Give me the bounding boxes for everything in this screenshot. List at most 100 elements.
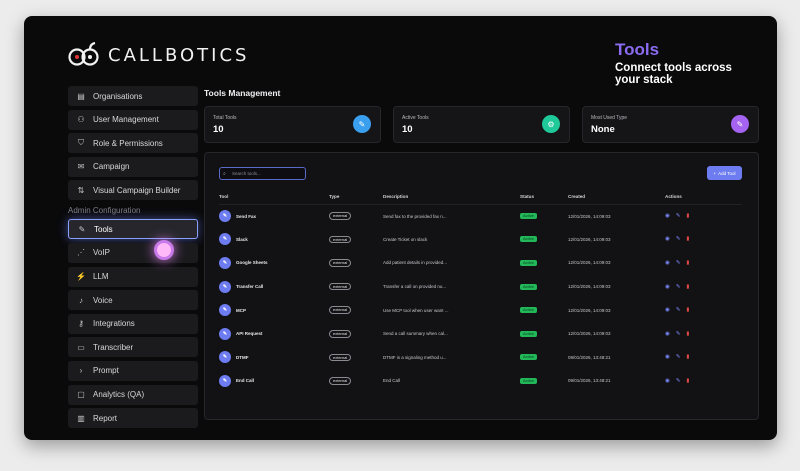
sidebar-item-report[interactable]: ▥ Report xyxy=(68,408,198,429)
status-badge: Active xyxy=(520,259,537,266)
plus-icon: + xyxy=(713,170,717,176)
type-badge: external xyxy=(329,306,352,314)
status-badge: Active xyxy=(520,330,537,337)
view-icon[interactable]: ◉ xyxy=(665,236,670,242)
gear-icon: ⚙ xyxy=(542,115,560,133)
sidebar-item-voip[interactable]: ⋰ VoIP xyxy=(68,242,198,263)
sidebar-item-label: Voice xyxy=(93,295,113,305)
table-row[interactable]: ✎ Send Fax external Send fax to the provi… xyxy=(219,204,742,228)
tool-cell: ✎ DTMF xyxy=(219,351,329,364)
table-row[interactable]: ✎ DTMF external DTMF is a signaling metho… xyxy=(219,346,742,370)
created-cell: 09/01/2026, 13:48:21 xyxy=(568,378,611,384)
edit-icon[interactable]: ✎ xyxy=(676,236,681,242)
sidebar-item-llm[interactable]: ⚡ LLM xyxy=(68,266,198,287)
logo-mark-icon xyxy=(68,41,100,68)
wrench-icon: ✎ xyxy=(219,233,231,246)
wrench-icon: ✎ xyxy=(219,327,231,340)
view-icon[interactable]: ◉ xyxy=(665,378,670,384)
view-icon[interactable]: ◉ xyxy=(665,260,670,266)
row-actions: ◉ ✎ ▮ xyxy=(665,260,742,266)
delete-icon[interactable]: ▮ xyxy=(686,307,689,313)
description-cell: End Call xyxy=(383,378,401,384)
brand-logo[interactable]: CALLBOTICS xyxy=(68,41,249,68)
wrench-icon: ✎ xyxy=(731,115,749,133)
delete-icon[interactable]: ▮ xyxy=(686,213,689,219)
row-actions: ◉ ✎ ▮ xyxy=(665,236,742,242)
type-badge: external xyxy=(329,259,352,267)
row-actions: ◉ ✎ ▮ xyxy=(665,331,742,337)
table-row[interactable]: ✎ Google Sheets external Add patient deta… xyxy=(219,251,742,275)
edit-icon[interactable]: ✎ xyxy=(676,260,681,266)
column-header-status: Status xyxy=(520,190,568,205)
row-actions: ◉ ✎ ▮ xyxy=(665,378,742,384)
search-icon: ⌕ xyxy=(223,170,226,177)
tool-cell: ✎ End Call xyxy=(219,374,329,387)
delete-icon[interactable]: ▮ xyxy=(686,378,689,384)
edit-icon[interactable]: ✎ xyxy=(676,284,681,290)
delete-icon[interactable]: ▮ xyxy=(686,284,689,290)
status-badge: Active xyxy=(520,236,537,243)
edit-icon[interactable]: ✎ xyxy=(676,213,681,219)
edit-icon[interactable]: ✎ xyxy=(676,331,681,337)
wrench-icon: ✎ xyxy=(219,374,231,387)
sidebar-item-visual-campaign-builder[interactable]: ⇅ Visual Campaign Builder xyxy=(68,180,198,201)
sidebar-item-tools[interactable]: ✎ Tools xyxy=(68,219,198,240)
sidebar-item-user-management[interactable]: ⚇ User Management xyxy=(68,109,198,130)
sidebar-item-analytics-qa[interactable]: ▢ Analytics (QA) xyxy=(68,384,198,405)
sidebar-item-transcriber[interactable]: ▭ Transcriber xyxy=(68,337,198,358)
edit-icon[interactable]: ✎ xyxy=(676,378,681,384)
sidebar-item-label: VoIP xyxy=(93,248,110,258)
sidebar-item-label: Visual Campaign Builder xyxy=(93,185,181,195)
type-badge: external xyxy=(329,377,352,385)
delete-icon[interactable]: ▮ xyxy=(686,354,689,360)
type-badge: external xyxy=(329,212,352,220)
terminal-icon: › xyxy=(79,366,83,376)
view-icon[interactable]: ◉ xyxy=(665,284,670,290)
sidebar-item-voice[interactable]: ♪ Voice xyxy=(68,290,198,311)
sidebar-item-campaign[interactable]: ✉ Campaign xyxy=(68,156,198,177)
description-cell: Send fax to the provided fax n... xyxy=(383,213,447,219)
delete-icon[interactable]: ▮ xyxy=(686,331,689,337)
delete-icon[interactable]: ▮ xyxy=(686,260,689,266)
wrench-icon: ✎ xyxy=(219,351,231,364)
main-content: Tools Management Total Tools 10 ✎ Active… xyxy=(204,88,759,420)
edit-icon[interactable]: ✎ xyxy=(676,307,681,313)
sidebar-item-integrations[interactable]: ⚷ Integrations xyxy=(68,313,198,334)
sidebar-item-prompt[interactable]: › Prompt xyxy=(68,360,198,381)
tool-cell: ✎ Send Fax xyxy=(219,210,329,223)
table-row[interactable]: ✎ Slack external Create Ticket on slack A… xyxy=(219,228,742,252)
table-row[interactable]: ✎ API Request external Send a call summar… xyxy=(219,322,742,346)
view-icon[interactable]: ◉ xyxy=(665,213,670,219)
tools-table: Tool Type Description Status Created Act… xyxy=(219,190,742,393)
created-cell: 12/01/2026, 14:09:03 xyxy=(568,284,611,290)
table-row[interactable]: ✎ End Call external End Call Active 09/01… xyxy=(219,369,742,393)
stat-card-total-tools: Total Tools 10 ✎ xyxy=(204,106,381,143)
promo-banner: Tools Connect tools across your stack xyxy=(615,40,755,86)
users-icon: ⚇ xyxy=(77,115,85,125)
view-icon[interactable]: ◉ xyxy=(665,354,670,360)
key-icon: ⚷ xyxy=(78,319,84,329)
delete-icon[interactable]: ▮ xyxy=(686,236,689,242)
table-row[interactable]: ✎ Transfer Call external Transfer a call … xyxy=(219,275,742,299)
mic-icon: ♪ xyxy=(79,295,83,305)
view-icon[interactable]: ◉ xyxy=(665,307,670,313)
section-label-admin-configuration: Admin Configuration xyxy=(68,206,141,216)
sidebar-item-label: Prompt xyxy=(93,366,119,376)
tool-name: Transfer Call xyxy=(236,284,264,290)
add-tool-button[interactable]: + Add Tool xyxy=(707,166,742,180)
wrench-icon: ✎ xyxy=(78,224,86,234)
row-actions: ◉ ✎ ▮ xyxy=(665,213,742,219)
description-cell: Add patient details in provided... xyxy=(383,260,448,266)
stat-value: None xyxy=(591,124,615,135)
sidebar-item-label: Tools xyxy=(94,224,113,234)
search-input[interactable]: ⌕ Search tools... xyxy=(219,166,306,180)
edit-icon[interactable]: ✎ xyxy=(676,354,681,360)
view-icon[interactable]: ◉ xyxy=(665,331,670,337)
table-row[interactable]: ✎ MCP external Use MCP tool when user wan… xyxy=(219,298,742,322)
sidebar-item-organisations[interactable]: ▤ Organisations xyxy=(68,86,198,106)
type-badge: external xyxy=(329,282,352,291)
report-icon: ▥ xyxy=(77,413,85,423)
sidebar-item-role-permissions[interactable]: ⛉ Role & Permissions xyxy=(68,133,198,154)
wrench-icon: ✎ xyxy=(219,210,231,223)
description-cell: Create Ticket on slack xyxy=(383,236,428,242)
